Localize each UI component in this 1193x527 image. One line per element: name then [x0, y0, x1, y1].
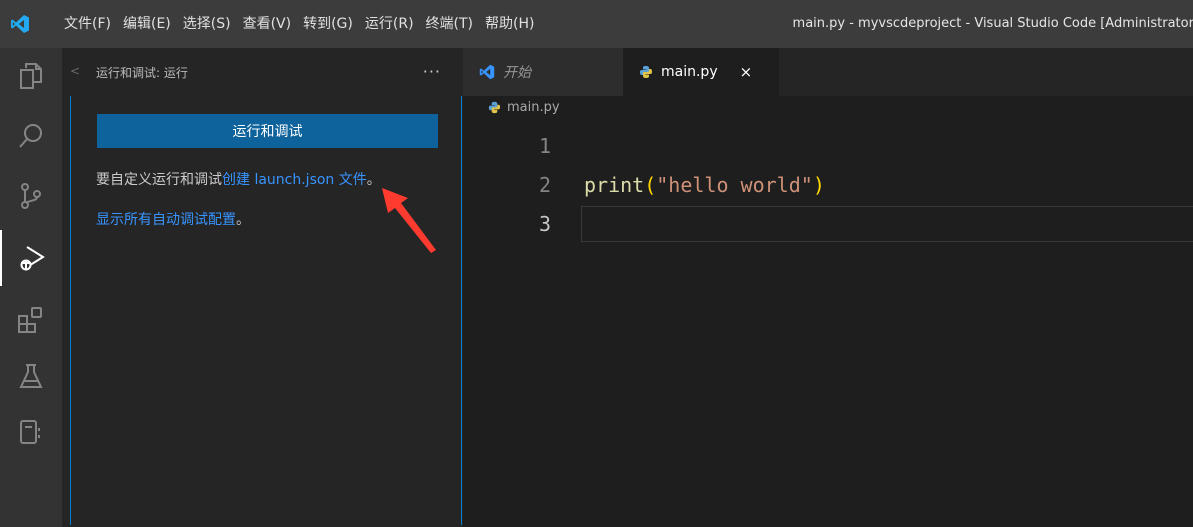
python-file-icon: [488, 101, 501, 114]
vscode-logo-icon: [0, 0, 40, 48]
run-debug-icon[interactable]: [0, 230, 62, 286]
tab-main-py-label: main.py: [661, 64, 718, 80]
editor-tab-bar: 开始 main.py ×: [463, 48, 1193, 96]
menu-file[interactable]: 文件(F): [40, 0, 117, 48]
close-tab-button[interactable]: ×: [740, 63, 753, 81]
menu-go[interactable]: 转到(G): [297, 0, 359, 48]
tab-start-label: 开始: [503, 65, 531, 81]
search-icon[interactable]: [0, 108, 62, 164]
title-bar: 文件(F) 编辑(E) 选择(S) 查看(V) 转到(G) 运行(R) 终端(T…: [0, 0, 1193, 48]
show-all-configs-suffix: 。: [236, 212, 250, 228]
more-actions-button[interactable]: ···: [423, 48, 441, 96]
sidebar-title: 运行和调试: 运行: [96, 66, 188, 80]
breadcrumb-file[interactable]: main.py: [507, 100, 560, 115]
explorer-icon[interactable]: [0, 48, 62, 104]
code-string-token: "hello world": [656, 173, 813, 197]
line-code: print("hello world"): [584, 166, 825, 204]
code-line: 1: [463, 127, 1193, 165]
testing-icon[interactable]: [0, 348, 62, 404]
customize-run-prefix: 要自定义运行和调试: [96, 172, 222, 188]
menu-edit[interactable]: 编辑(E): [117, 0, 177, 48]
window-title: main.py - myvscdeproject - Visual Studio…: [792, 16, 1193, 31]
sidebar-focus-outline: [70, 96, 462, 525]
code-editor[interactable]: 1 2 print("hello world") 3: [463, 126, 1193, 527]
menu-run[interactable]: 运行(R): [359, 0, 420, 48]
tab-start[interactable]: 开始: [463, 48, 623, 96]
breadcrumb: main.py: [488, 100, 560, 115]
extensions-icon[interactable]: [0, 292, 62, 348]
line-number: 2: [538, 173, 551, 197]
menu-view[interactable]: 查看(V): [237, 0, 298, 48]
activity-bar: [0, 48, 62, 527]
run-debug-sidebar: < 运行和调试: 运行 ··· 运行和调试 要自定义运行和调试创建 launch…: [62, 48, 464, 527]
show-all-configs-text: 显示所有自动调试配置。: [96, 209, 250, 229]
menu-bar: 文件(F) 编辑(E) 选择(S) 查看(V) 转到(G) 运行(R) 终端(T…: [40, 0, 540, 48]
python-file-icon: [639, 65, 653, 79]
show-all-auto-debug-configs-link[interactable]: 显示所有自动调试配置: [96, 212, 236, 228]
chevron-left-icon: <: [70, 64, 81, 78]
vscode-tab-icon: [479, 64, 495, 80]
source-control-icon[interactable]: [0, 168, 62, 224]
menu-terminal[interactable]: 终端(T): [420, 0, 479, 48]
notebook-icon[interactable]: [0, 404, 62, 460]
menu-help[interactable]: 帮助(H): [479, 0, 540, 48]
code-line: 2 print("hello world"): [463, 166, 1193, 204]
annotation-arrow-icon: [382, 188, 436, 253]
line-number: 3: [538, 212, 551, 236]
code-function-token: print: [584, 173, 645, 197]
line-number: 1: [538, 134, 551, 158]
menu-selection[interactable]: 选择(S): [177, 0, 237, 48]
run-and-debug-button[interactable]: 运行和调试: [97, 114, 438, 148]
sidebar-header: < 运行和调试: 运行 ···: [62, 48, 463, 96]
tab-main-py[interactable]: main.py ×: [623, 48, 779, 96]
create-launch-json-link[interactable]: 创建 launch.json 文件: [222, 172, 367, 188]
code-paren-token: ): [812, 173, 825, 197]
customize-run-text: 要自定义运行和调试创建 launch.json 文件。: [96, 169, 381, 189]
code-line: 3: [463, 205, 1193, 243]
code-paren-token: (: [644, 173, 657, 197]
